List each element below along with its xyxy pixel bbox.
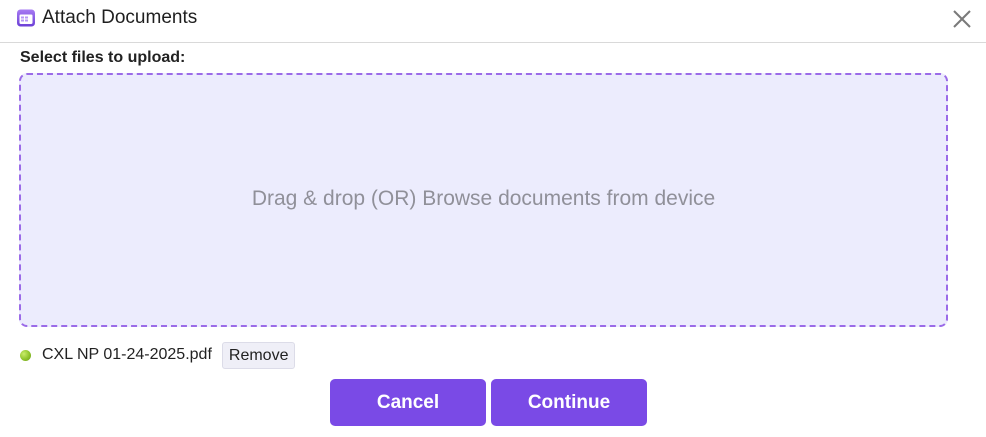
dialog-header: Attach Documents [0, 0, 986, 43]
file-status-icon [20, 349, 31, 361]
upload-section-label: Select files to upload: [20, 49, 186, 66]
continue-button[interactable]: Continue [491, 379, 647, 426]
file-name: CXL NP 01-24-2025.pdf [42, 346, 212, 363]
close-icon[interactable] [951, 8, 973, 30]
attached-file-item: CXL NP 01-24-2025.pdf Remove [20, 341, 296, 369]
file-dropzone[interactable]: Drag & drop (OR) Browse documents from d… [19, 73, 948, 327]
attach-documents-dialog: Attach Documents Select files to upload:… [0, 0, 986, 437]
remove-file-button[interactable]: Remove [221, 341, 296, 369]
cancel-button[interactable]: Cancel [330, 379, 486, 426]
dialog-title: Attach Documents [42, 7, 198, 28]
dropzone-instructions: Drag & drop (OR) Browse documents from d… [251, 187, 716, 210]
calendar-window-icon [16, 8, 36, 28]
